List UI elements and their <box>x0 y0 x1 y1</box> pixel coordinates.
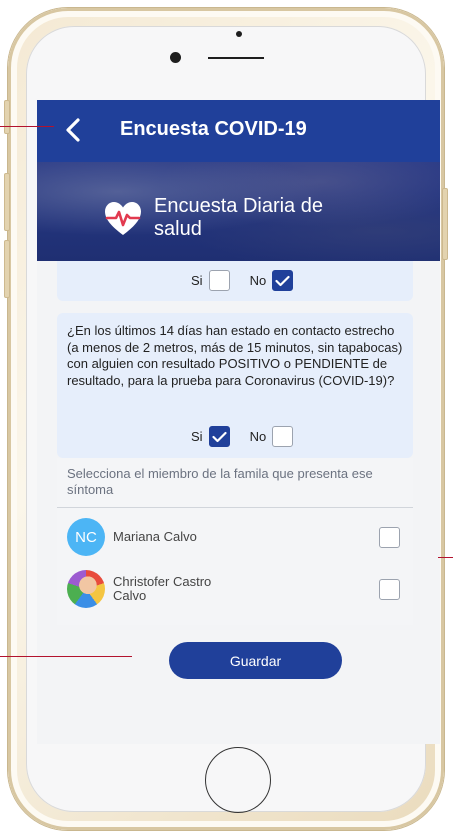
no-checkbox[interactable] <box>272 270 294 291</box>
section-title: Selecciona el miembro de la famila que p… <box>67 466 373 497</box>
member-name: Mariana Calvo <box>113 529 197 544</box>
check-icon <box>211 431 227 442</box>
no-checkbox[interactable] <box>272 426 294 447</box>
save-button[interactable]: Guardar <box>169 642 342 679</box>
family-member-item[interactable]: NC Mariana Calvo <box>67 517 413 557</box>
phone-power-button <box>442 188 448 260</box>
page-title: Encuesta COVID-19 <box>120 118 307 140</box>
member-checkbox[interactable] <box>379 527 400 548</box>
phone-camera <box>170 52 181 63</box>
annotation-line <box>438 557 453 558</box>
phone-volume-up <box>4 173 10 231</box>
question-card-contact: ¿En los últimos 14 días han estado en co… <box>57 313 413 458</box>
check-icon <box>275 275 290 286</box>
annotation-line <box>0 126 54 127</box>
avatar <box>67 570 105 608</box>
answer-row: Si No <box>191 426 294 447</box>
yes-label: Si <box>191 273 203 288</box>
annotation-line <box>0 656 132 657</box>
question-card-previous: Si No <box>57 261 413 301</box>
yes-label: Si <box>191 429 203 444</box>
member-checkbox[interactable] <box>379 579 400 600</box>
yes-checkbox[interactable] <box>208 270 230 291</box>
avatar: NC <box>67 518 105 556</box>
phone-volume-down <box>4 240 10 298</box>
divider <box>57 507 413 508</box>
app-screen: Encuesta COVID-19 Encuesta Diaria de sal… <box>37 100 440 744</box>
phone-side-button <box>4 100 10 134</box>
phone-sensor <box>236 31 242 37</box>
heart-pulse-icon <box>105 202 141 235</box>
chevron-left-icon[interactable] <box>61 116 85 144</box>
no-label: No <box>249 429 267 444</box>
banner-title: Encuesta Diaria de salud <box>154 195 323 240</box>
family-member-item[interactable]: Christofer Castro Calvo <box>67 569 413 609</box>
yes-checkbox[interactable] <box>208 426 230 447</box>
family-members-section: Selecciona el miembro de la famila que p… <box>57 458 413 625</box>
no-label: No <box>249 273 267 288</box>
home-button[interactable] <box>205 747 271 813</box>
app-bar: Encuesta COVID-19 <box>37 100 440 162</box>
question-text: ¿En los últimos 14 días han estado en co… <box>67 323 403 388</box>
member-name: Christofer Castro Calvo <box>113 574 212 603</box>
answer-row: Si No <box>191 270 294 291</box>
phone-speaker <box>208 57 264 59</box>
header-banner: Encuesta Diaria de salud <box>37 162 440 261</box>
